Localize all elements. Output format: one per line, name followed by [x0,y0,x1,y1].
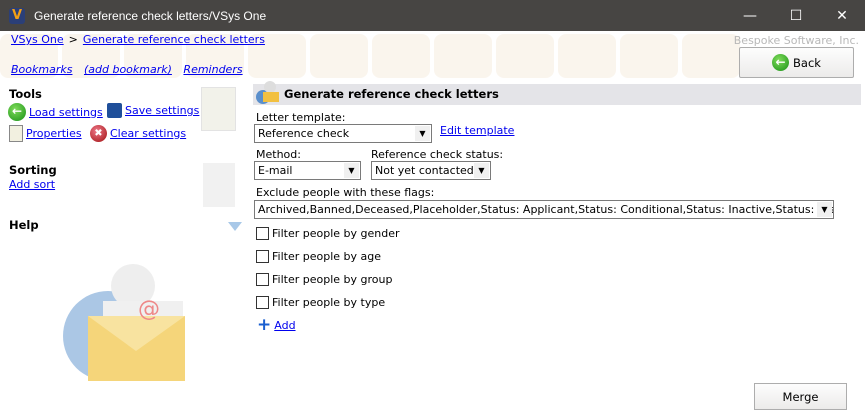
exclude-flags-label: Exclude people with these flags: [256,186,435,199]
back-label: Back [793,55,821,70]
breadcrumb: VSys One > Generate reference check letter… [11,33,265,46]
status-value: Not yet contacted [375,164,474,177]
mail-illustration-icon: @ [63,264,185,381]
clear-x-icon: ✖ [90,125,107,142]
panel-title: Generate reference check letters [284,87,499,101]
clipboard-icon [9,125,23,142]
collapse-triangle-icon[interactable] [228,222,242,231]
filter-gender-label: Filter people by gender [272,227,400,240]
letter-template-label: Letter template: [256,111,346,124]
watermark-logo [310,34,368,78]
merge-button[interactable]: Merge [754,383,847,410]
properties-tool[interactable]: Properties [9,125,82,142]
company-name: Bespoke Software, Inc. [733,34,859,47]
method-label: Method: [256,148,301,161]
chevron-down-icon: ▼ [415,126,430,141]
back-button[interactable]: ← Back [739,47,854,78]
checkbox-box[interactable] [256,227,269,240]
filter-type-label: Filter people by type [272,296,386,309]
edit-template-link[interactable]: Edit template [440,124,514,137]
watermark-logo [682,34,740,78]
exclude-flags-select[interactable]: Archived,Banned,Deceased,Placeholder,Sta… [254,200,834,219]
mail-person-icon [256,81,279,104]
method-value: E-mail [258,164,293,177]
watermark-logo [434,34,492,78]
sorting-heading: Sorting [9,163,57,177]
bookmark-links: Bookmarks (add bookmark) Reminders [11,63,251,76]
status-label: Reference check status: [371,148,504,161]
watermark-logo [620,34,678,78]
status-select[interactable]: Not yet contacted ▼ [371,161,491,180]
checkbox-box[interactable] [256,250,269,263]
method-select[interactable]: E-mail ▼ [254,161,361,180]
load-arrow-icon: ← [8,103,26,121]
breadcrumb-current-link[interactable]: Generate reference check letters [83,33,265,46]
load-settings-tool[interactable]: ← Load settings [8,103,103,121]
save-settings-link[interactable]: Save settings [125,104,199,117]
checkbox-box[interactable] [256,273,269,286]
chevron-down-icon: ▼ [344,163,359,178]
add-bookmark-link[interactable]: (add bookmark) [84,63,172,76]
properties-link[interactable]: Properties [26,127,82,140]
plus-icon: + [257,315,272,335]
add-filter-button[interactable]: + Add [257,315,296,335]
back-arrow-icon: ← [772,54,790,71]
merge-label: Merge [782,389,819,404]
clear-settings-link[interactable]: Clear settings [110,127,186,140]
watermark-logo [372,34,430,78]
app-logo-icon: V [9,7,25,24]
reminders-link[interactable]: Reminders [183,63,242,76]
close-button[interactable]: ✕ [819,0,865,31]
exclude-flags-value: Archived,Banned,Deceased,Placeholder,Sta… [258,203,834,216]
minimize-button[interactable]: — [727,0,773,31]
title-bar: V Generate reference check letters/VSys … [0,0,865,31]
letter-template-select[interactable]: Reference check ▼ [254,124,432,143]
breadcrumb-root-link[interactable]: VSys One [11,33,64,46]
floppy-disk-icon [107,103,122,118]
bookmarks-link[interactable]: Bookmarks [11,63,72,76]
watermark-logo [496,34,554,78]
filter-age-checkbox[interactable]: Filter people by age [256,250,381,263]
filter-group-checkbox[interactable]: Filter people by group [256,273,392,286]
filter-gender-checkbox[interactable]: Filter people by gender [256,227,400,240]
panel-header: Generate reference check letters [253,81,861,105]
chevron-down-icon: ▼ [817,202,832,217]
add-sort-link[interactable]: Add sort [9,178,55,191]
window-title: Generate reference check letters/VSys On… [34,8,267,23]
checklist-watermark-icon [201,87,236,131]
svg-text:@: @ [138,297,160,322]
clear-settings-tool[interactable]: ✖ Clear settings [90,125,186,142]
load-settings-link[interactable]: Load settings [29,106,103,119]
tools-heading: Tools [9,87,42,101]
chevron-down-icon: ▼ [474,163,489,178]
watermark-logo [558,34,616,78]
add-filter-link[interactable]: Add [274,319,295,332]
filter-type-checkbox[interactable]: Filter people by type [256,296,385,309]
filter-age-label: Filter people by age [272,250,382,263]
filter-group-label: Filter people by group [272,273,393,286]
maximize-button[interactable]: ☐ [773,0,819,31]
sort-watermark-icon [203,163,235,207]
letter-template-value: Reference check [258,127,350,140]
checkbox-box[interactable] [256,296,269,309]
save-settings-tool[interactable]: Save settings [107,103,199,118]
help-heading: Help [9,218,39,232]
breadcrumb-separator: > [68,33,78,46]
